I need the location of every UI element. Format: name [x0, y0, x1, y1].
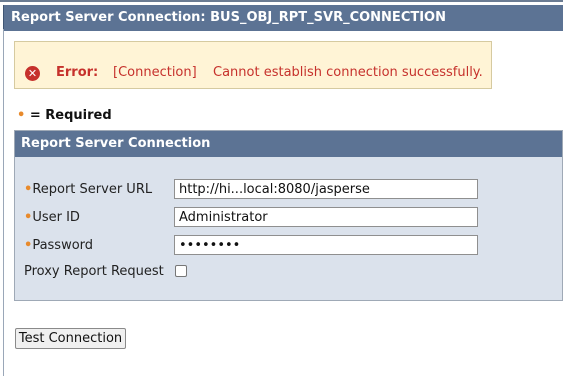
error-message-box: ✕ Error: [Connection] Cannot establish c… — [14, 41, 492, 89]
url-label-text: Report Server URL — [32, 182, 153, 197]
password-label: •Password — [24, 238, 93, 253]
password-input[interactable] — [174, 235, 478, 255]
required-legend: • = Required — [17, 108, 112, 123]
error-message: Cannot establish connection successfully… — [213, 65, 483, 80]
url-label: •Report Server URL — [24, 182, 152, 197]
page-title: Report Server Connection: BUS_OBJ_RPT_SV… — [3, 5, 563, 31]
window-titlebar: Report Server Connection: BUS_OBJ_RPT_SV… — [0, 0, 563, 32]
connection-panel: Report Server Connection •Report Server … — [14, 130, 563, 301]
user-id-label: •User ID — [24, 210, 80, 225]
frame-border — [3, 29, 4, 376]
proxy-label: Proxy Report Request — [24, 264, 164, 279]
proxy-report-checkbox[interactable] — [175, 265, 187, 277]
user-id-input[interactable] — [174, 207, 478, 227]
error-tag: [Connection] — [113, 65, 197, 80]
error-label: Error: — [56, 65, 99, 80]
panel-title: Report Server Connection — [15, 131, 562, 157]
required-legend-text: = Required — [25, 108, 112, 123]
test-connection-button[interactable]: Test Connection — [15, 328, 126, 349]
error-circle-icon: ✕ — [25, 66, 40, 81]
report-server-url-input[interactable] — [174, 179, 478, 199]
password-label-text: Password — [32, 238, 94, 253]
user-id-label-text: User ID — [32, 210, 80, 225]
